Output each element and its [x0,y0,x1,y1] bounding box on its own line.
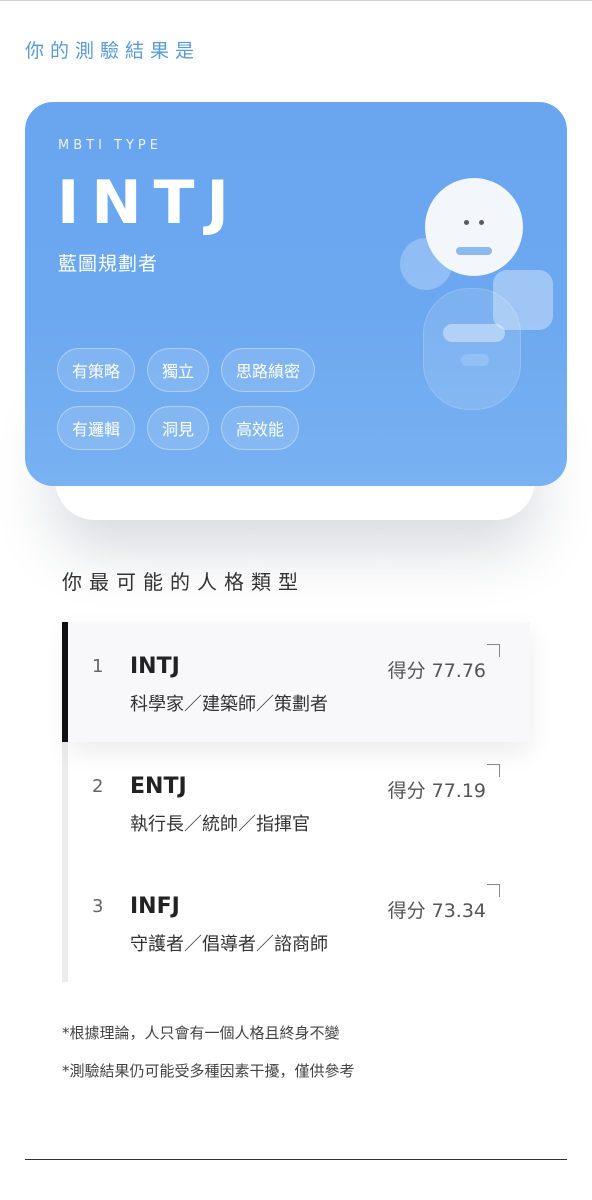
ranking-item-2[interactable]: 2 ENTJ 得分 77.19 執行長／統帥／指揮官 [68,742,530,862]
decorative-bar [443,324,505,342]
trait-row: 有策略 獨立 思路縝密 [57,348,357,392]
result-heading: 你的測驗結果是 [25,40,201,62]
trait-tag: 高效能 [221,406,300,450]
ranking-title: 你最可能的人格類型 [62,570,305,594]
trait-tag: 有邏輯 [57,406,136,450]
trait-tag: 有策略 [57,348,136,392]
eye-right [479,220,484,225]
trait-tag: 思路縝密 [221,348,316,392]
trait-row: 有邏輯 洞見 高效能 [57,406,357,450]
trait-tags: 有策略 獨立 思路縝密 有邏輯 洞見 高效能 [57,348,357,464]
top-divider [0,0,592,1]
mbti-type-name: 藍圖規劃者 [58,253,159,275]
ranking-list: 1 INTJ 得分 77.76 科學家／建築師／策劃者 2 ENTJ 得分 77… [68,622,530,982]
character-face-icon [425,178,523,276]
rank-number: 3 [92,896,104,917]
rank-roles: 科學家／建築師／策劃者 [130,694,328,715]
rank-type: ENTJ [130,774,187,799]
disclaimer-note: *測驗結果仍可能受多種因素干擾，僅供參考 [62,1062,355,1080]
mbti-type-card: MBTI TYPE INTJ 藍圖規劃者 有策略 獨立 思路縝密 有邏輯 洞見 … [25,102,567,486]
card-eyebrow: MBTI TYPE [58,138,162,153]
bottom-divider [25,1159,567,1160]
rank-number: 2 [92,776,104,797]
decorative-square [493,270,553,330]
corner-bracket-icon [487,884,500,897]
corner-bracket-icon [487,644,500,657]
trait-tag: 獨立 [147,348,210,392]
disclaimer-note: *根據理論，人只會有一個人格且終身不變 [62,1024,340,1042]
rank-type: INFJ [130,894,180,919]
rank-number: 1 [92,656,104,677]
result-page: 你的測驗結果是 MBTI TYPE INTJ 藍圖規劃者 有策略 獨立 思路縝密… [0,0,592,1200]
mbti-type-code: INTJ [57,168,241,238]
trait-tag: 洞見 [147,406,210,450]
decorative-pill [461,354,489,366]
mouth [456,247,492,255]
rank-score: 得分 77.76 [387,660,486,682]
rank-score: 得分 73.34 [387,900,486,922]
eye-left [464,220,469,225]
rank-score: 得分 77.19 [387,780,486,802]
corner-bracket-icon [487,764,500,777]
rank-roles: 守護者／倡導者／諮商師 [130,934,328,955]
rank-roles: 執行長／統帥／指揮官 [130,814,310,835]
ranking-item-3[interactable]: 3 INFJ 得分 73.34 守護者／倡導者／諮商師 [68,862,530,982]
rank-type: INTJ [130,654,180,679]
ranking-item-1[interactable]: 1 INTJ 得分 77.76 科學家／建築師／策劃者 [68,622,530,742]
